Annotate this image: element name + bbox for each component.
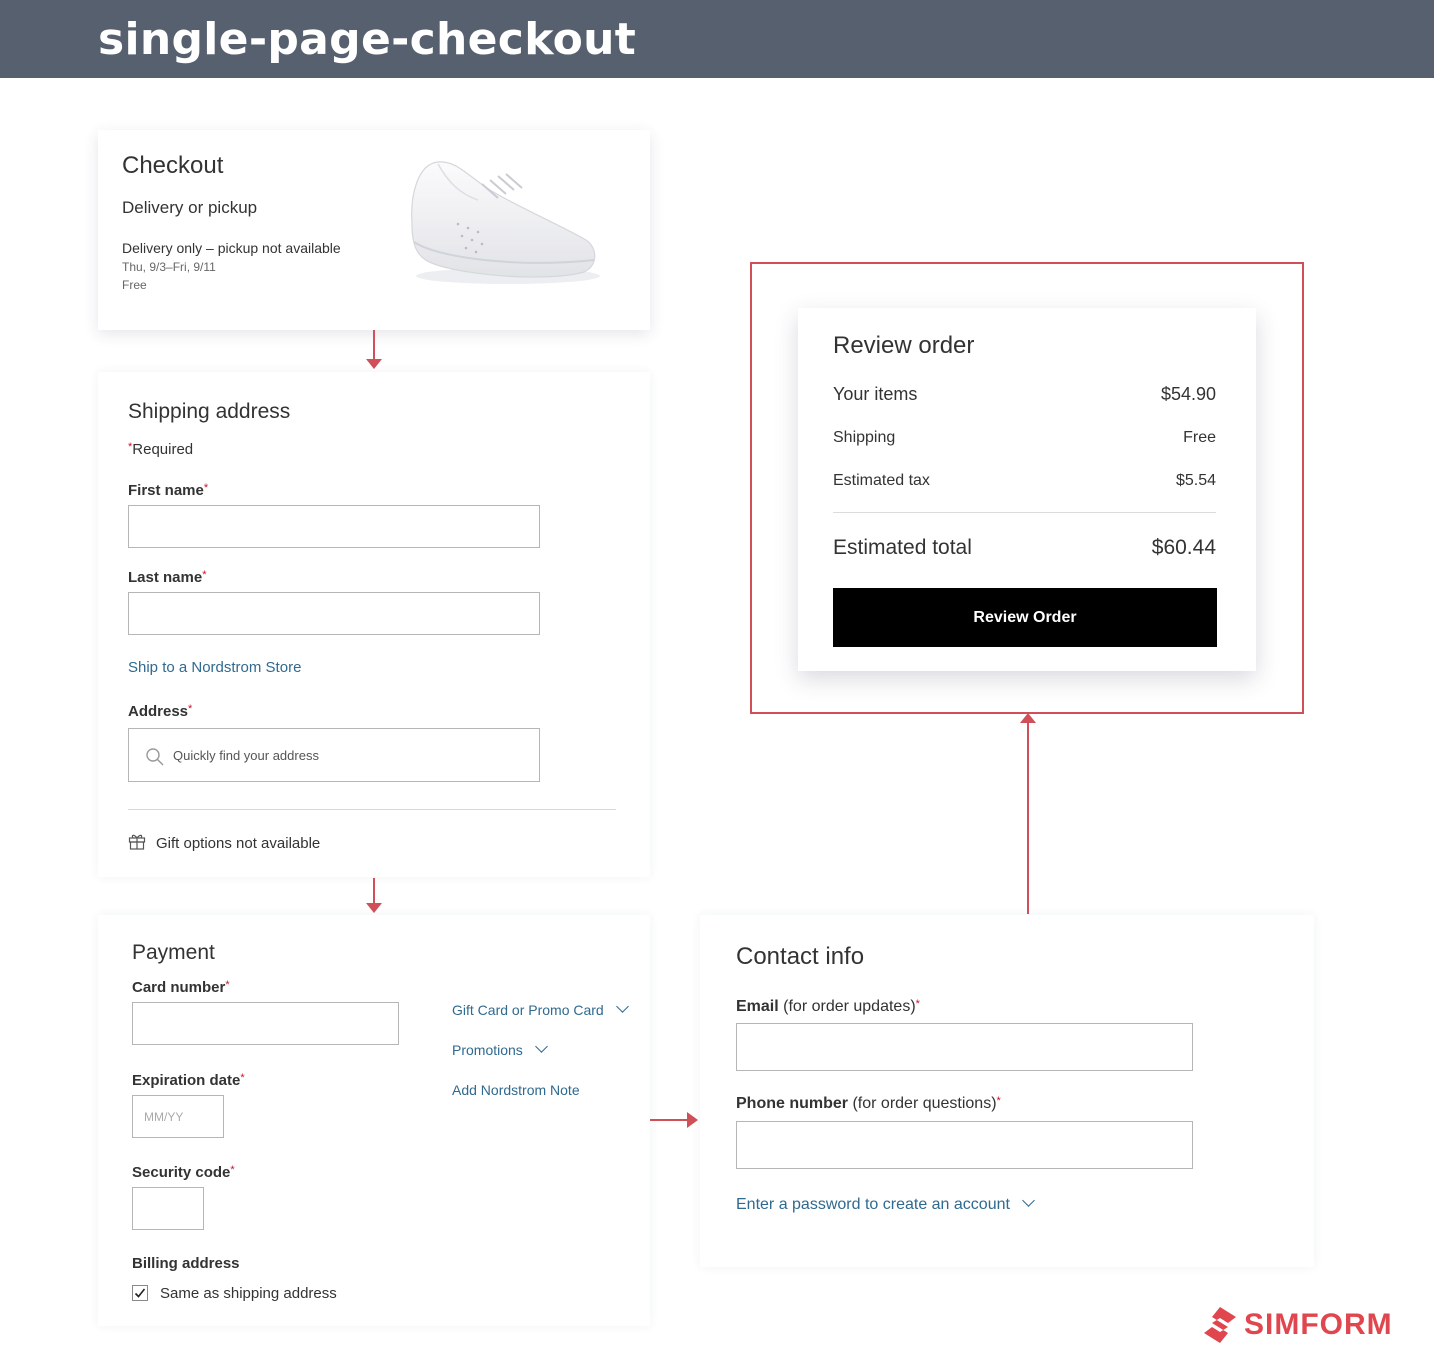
shipping-value: Free — [1183, 429, 1216, 446]
review-title: Review order — [833, 332, 975, 359]
flow-arrowhead-1 — [366, 359, 382, 369]
email-label: Email (for order updates)* — [736, 998, 920, 1015]
promotions-link[interactable]: Promotions — [452, 1040, 548, 1058]
chevron-down-icon — [615, 1000, 629, 1013]
total-value: $60.44 — [1151, 536, 1216, 559]
search-icon — [146, 748, 164, 766]
items-value: $54.90 — [1160, 384, 1216, 404]
expiration-input[interactable]: MM/YY — [132, 1095, 224, 1138]
sneaker-image — [411, 161, 600, 284]
billing-address-label: Billing address — [132, 1255, 240, 1272]
review-order-card: Review order Your items $54.90 Shipping … — [798, 308, 1256, 671]
address-search-input[interactable]: Quickly find your address — [128, 728, 540, 782]
contact-title: Contact info — [736, 943, 865, 970]
payment-card: Payment Card number* Expiration date* MM… — [98, 915, 650, 1326]
phone-label: Phone number (for order questions)* — [736, 1095, 1001, 1112]
flow-arrowhead-4 — [1020, 713, 1036, 723]
flow-arrow-2 — [373, 878, 375, 904]
page-title: single-page-checkout — [98, 14, 637, 65]
last-name-input[interactable] — [128, 592, 540, 635]
delivery-cost: Free — [122, 278, 147, 292]
flow-arrow-1 — [373, 330, 375, 360]
review-items-row: Your items $54.90 — [833, 384, 1216, 405]
chevron-down-icon — [1022, 1194, 1035, 1207]
same-as-shipping-label: Same as shipping address — [160, 1285, 337, 1302]
gift-card-promo-link[interactable]: Gift Card or Promo Card — [452, 1000, 629, 1018]
same-as-shipping-checkbox[interactable] — [132, 1285, 148, 1301]
shipping-address-card: Shipping address *Required First name* L… — [98, 372, 650, 877]
review-shipping-row: Shipping Free — [833, 429, 1216, 447]
page-header: single-page-checkout — [0, 0, 1434, 78]
checkout-title: Checkout — [122, 152, 224, 179]
shipping-label: Shipping — [833, 429, 896, 446]
review-order-button[interactable]: Review Order — [833, 588, 1217, 647]
add-note-link[interactable]: Add Nordstrom Note — [452, 1082, 580, 1098]
address-placeholder: Quickly find your address — [173, 748, 319, 763]
expiration-placeholder: MM/YY — [144, 1110, 184, 1124]
expiration-label: Expiration date* — [132, 1072, 245, 1089]
review-total-row: Estimated total $60.44 — [833, 536, 1216, 560]
ship-to-store-link[interactable]: Ship to a Nordstrom Store — [128, 659, 301, 676]
total-label: Estimated total — [833, 536, 972, 559]
security-code-input[interactable] — [132, 1187, 204, 1230]
delivery-pickup-heading: Delivery or pickup — [122, 198, 258, 217]
simform-wordmark: SIMFORM — [1244, 1308, 1393, 1341]
create-account-link[interactable]: Enter a password to create an account — [736, 1194, 1035, 1214]
review-divider — [833, 512, 1216, 513]
shipping-title: Shipping address — [128, 400, 291, 423]
address-label: Address* — [128, 703, 193, 720]
first-name-input[interactable] — [128, 505, 540, 548]
delivery-dates: Thu, 9/3–Fri, 9/11 — [122, 260, 216, 274]
card-number-input[interactable] — [132, 1002, 399, 1045]
last-name-label: Last name* — [128, 569, 207, 586]
gift-icon — [128, 834, 146, 850]
tax-label: Estimated tax — [833, 472, 930, 489]
flow-arrowhead-3 — [687, 1112, 698, 1128]
checkout-card: Checkout Delivery or pickup Delivery onl… — [98, 130, 650, 330]
contact-info-card: Contact info Email (for order updates)* … — [700, 915, 1314, 1267]
email-input[interactable] — [736, 1023, 1193, 1071]
flow-arrow-3 — [650, 1119, 688, 1121]
required-note: *Required — [128, 441, 194, 458]
flow-arrowhead-2 — [366, 903, 382, 913]
divider — [128, 809, 616, 810]
simform-logo-icon — [1204, 1307, 1236, 1343]
items-label: Your items — [833, 384, 918, 404]
card-number-label: Card number* — [132, 979, 230, 996]
flow-arrow-4 — [1027, 723, 1029, 914]
first-name-label: First name* — [128, 482, 209, 499]
payment-title: Payment — [132, 941, 215, 964]
review-tax-row: Estimated tax $5.54 — [833, 472, 1216, 490]
simform-logo: SIMFORM — [1200, 1305, 1393, 1345]
tax-value: $5.54 — [1175, 472, 1216, 489]
chevron-down-icon — [534, 1040, 548, 1053]
security-code-label: Security code* — [132, 1164, 235, 1181]
checkmark-icon — [134, 1288, 146, 1298]
phone-input[interactable] — [736, 1121, 1193, 1169]
gift-options-text: Gift options not available — [156, 835, 321, 852]
delivery-note: Delivery only – pickup not available — [122, 240, 341, 256]
